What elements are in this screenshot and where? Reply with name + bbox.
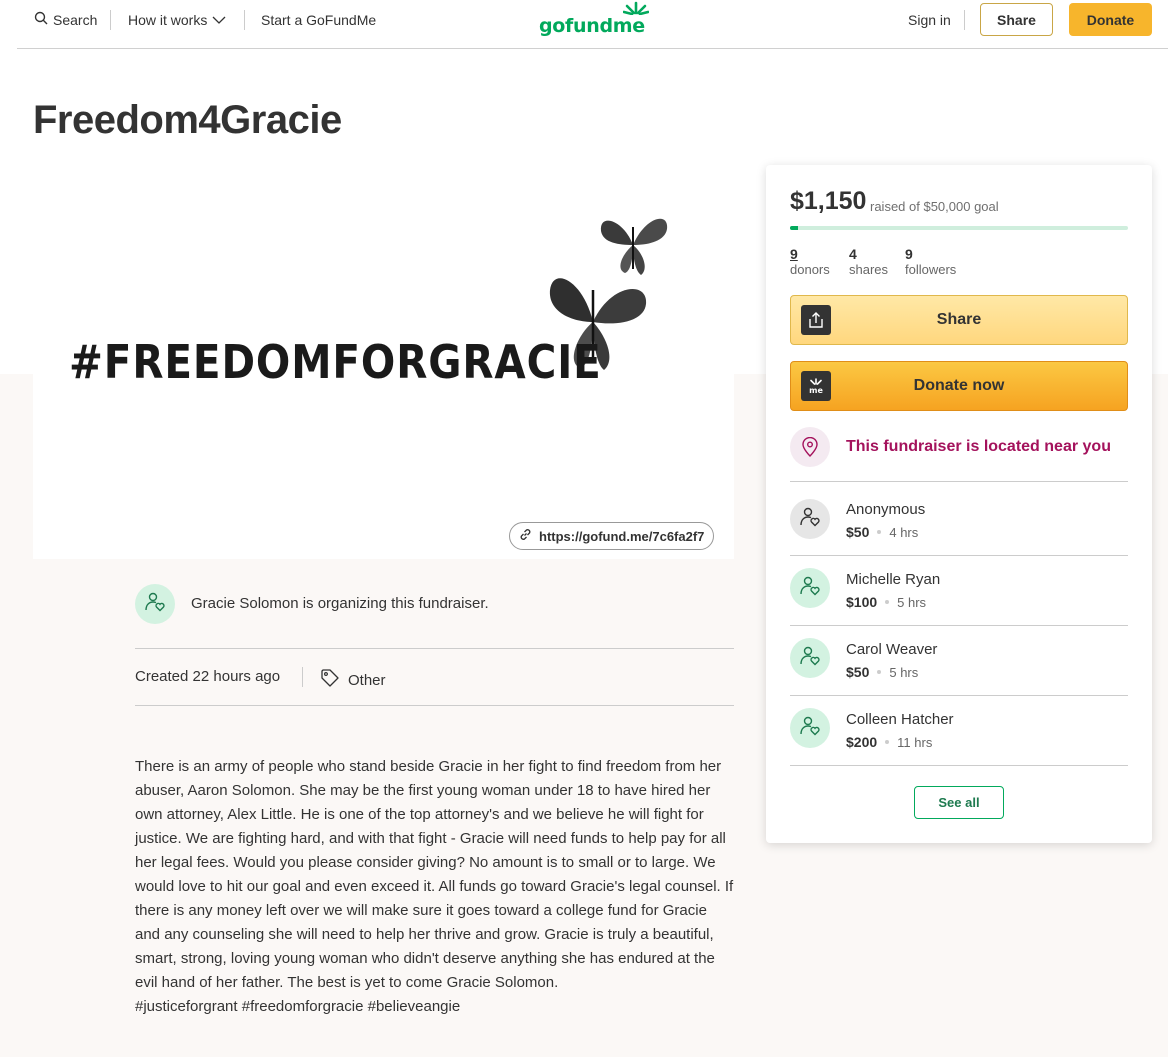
followers-label: followers: [905, 262, 957, 277]
svg-text:me: me: [809, 386, 823, 395]
created-text: Created 22 hours ago: [135, 668, 281, 685]
separator-dot: [877, 670, 882, 674]
donor-detail: $200 11 hrs: [846, 734, 932, 750]
see-all-button[interactable]: See all: [914, 786, 1004, 819]
hero-hashtag-text: #FREEDOMFORGRACIE: [69, 335, 602, 389]
donate-now-label: Donate now: [913, 377, 1005, 394]
raised-amount: $1,150: [790, 187, 867, 215]
story-text: There is an army of people who stand bes…: [135, 755, 735, 1019]
heart-person-icon: [799, 506, 821, 533]
header-donate-button[interactable]: Donate: [1069, 3, 1152, 36]
hero-image[interactable]: #FREEDOMFORGRACIE https://gofund.me/7c6f…: [33, 165, 734, 559]
location-pin-icon: [790, 427, 830, 467]
followers-count: 9: [905, 246, 913, 262]
link-icon: [518, 527, 533, 545]
donation-time: 5 hrs: [897, 594, 927, 610]
divider: [790, 481, 1128, 482]
donor-name: Anonymous: [846, 501, 926, 518]
donor-name: Michelle Ryan: [846, 571, 941, 588]
goal-text: raised of $50,000 goal: [870, 199, 999, 214]
donor-detail: $50 5 hrs: [846, 664, 918, 680]
progress-bar: [790, 226, 1128, 230]
donation-amount: $200: [846, 734, 878, 750]
donor-avatar: [790, 708, 830, 748]
story-hashtags: #justiceforgrant #freedomforgracie #beli…: [135, 998, 461, 1015]
heart-person-icon: [799, 715, 821, 742]
donation-amount: $50: [846, 664, 870, 680]
heart-person-icon: [144, 591, 166, 618]
short-link-pill[interactable]: https://gofund.me/7c6fa2f7: [509, 522, 715, 550]
created-date: Created 22 hours ago: [135, 668, 280, 685]
start-gofundme-link[interactable]: Start a GoFundMe: [261, 11, 376, 29]
page-title: Freedom4Gracie: [33, 98, 342, 142]
search-icon: [34, 11, 48, 29]
share-upload-icon: [801, 305, 831, 335]
sign-in-label: Sign in: [908, 12, 951, 28]
donors-count: 9: [790, 246, 798, 262]
how-it-works-menu[interactable]: How it works: [128, 11, 226, 29]
donation-time: 11 hrs: [897, 734, 933, 750]
progress-fill: [790, 226, 798, 230]
donors-label: donors: [790, 262, 830, 277]
header-share-button[interactable]: Share: [980, 3, 1053, 36]
donation-time: 5 hrs: [889, 664, 919, 680]
logo-sprout-icon: [622, 1, 650, 20]
sign-in-link[interactable]: Sign in: [908, 11, 951, 29]
separator-dot: [885, 740, 890, 744]
nav-divider: [244, 10, 245, 30]
start-gofundme-label: Start a GoFundMe: [261, 12, 377, 28]
heart-person-icon: [799, 645, 821, 672]
followers-stat: 9 followers: [905, 246, 956, 278]
donor-avatar: [790, 568, 830, 608]
donor-avatar: [790, 499, 830, 539]
divider: [790, 625, 1128, 626]
donor-detail: $100 5 hrs: [846, 594, 926, 610]
donation-amount: $100: [846, 594, 878, 610]
donor-name: Colleen Hatcher: [846, 711, 954, 728]
meta-divider: [302, 667, 303, 687]
category-label: Other: [348, 671, 386, 689]
organizer-avatar: [135, 584, 175, 624]
chevron-down-icon: [212, 11, 226, 29]
divider: [790, 765, 1128, 766]
nav-divider: [110, 10, 111, 30]
how-it-works-label: How it works: [128, 12, 208, 28]
gofundme-logo[interactable]: gofundme: [539, 1, 650, 37]
shares-stat: 4 shares: [849, 246, 888, 278]
divider: [790, 695, 1128, 696]
top-nav: Search How it works Start a GoFundMe gof…: [17, 0, 1168, 49]
separator-dot: [877, 530, 882, 534]
gofundme-me-icon: me: [801, 371, 831, 401]
search-label: Search: [53, 12, 98, 28]
short-link-text: https://gofund.me/7c6fa2f7: [539, 528, 705, 544]
nav-divider: [964, 10, 965, 30]
donation-amount: $50: [846, 524, 870, 540]
share-button-label: Share: [936, 311, 982, 328]
divider: [135, 705, 734, 706]
donor-name: Carol Weaver: [846, 641, 938, 658]
divider: [135, 648, 734, 649]
organizer-text: Gracie Solomon is organizing this fundra…: [191, 595, 489, 612]
donors-stat[interactable]: 9 donors: [790, 246, 830, 278]
donate-now-button[interactable]: me Donate now: [790, 361, 1128, 411]
separator-dot: [885, 600, 890, 604]
story-paragraph: There is an army of people who stand bes…: [135, 758, 734, 991]
donor-detail: $50 4 hrs: [846, 524, 918, 540]
tag-icon: [320, 668, 340, 692]
near-you-text: This fundraiser is located near you: [846, 438, 1111, 455]
heart-person-icon: [799, 575, 821, 602]
shares-count: 4: [849, 246, 857, 262]
donor-avatar: [790, 638, 830, 678]
category-link[interactable]: Other: [320, 668, 386, 692]
search-link[interactable]: Search: [34, 11, 97, 29]
shares-label: shares: [849, 262, 889, 277]
donation-time: 4 hrs: [889, 524, 919, 540]
share-button[interactable]: Share: [790, 295, 1128, 345]
divider: [790, 555, 1128, 556]
donation-sidebar: $1,150 raised of $50,000 goal 9 donors 4…: [766, 165, 1152, 843]
